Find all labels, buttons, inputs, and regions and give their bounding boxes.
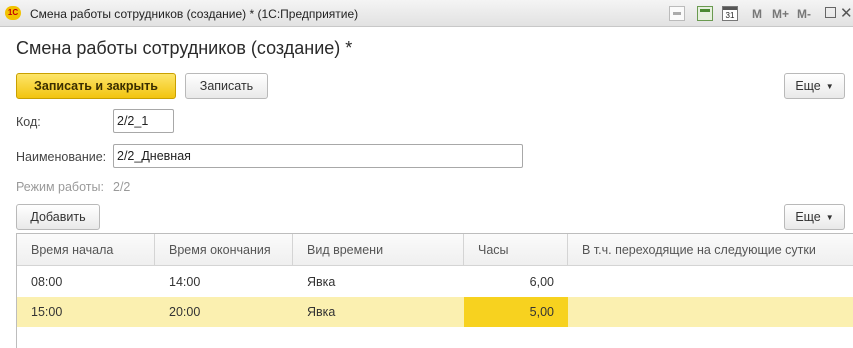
cell-end-time[interactable]: 20:00 xyxy=(155,297,293,327)
dropdown-caret-icon: ▼ xyxy=(825,81,834,91)
table-row-selected[interactable]: 15:00 20:00 Явка 5,00 xyxy=(17,297,853,327)
cell-start-time[interactable]: 08:00 xyxy=(17,267,155,297)
column-hours[interactable]: Часы xyxy=(464,234,568,265)
dropdown-caret-icon: ▼ xyxy=(825,212,834,222)
memory-button[interactable]: M xyxy=(752,7,762,21)
cell-time-type[interactable]: Явка xyxy=(293,267,464,297)
cell-end-time[interactable]: 14:00 xyxy=(155,267,293,297)
code-label: Код: xyxy=(16,115,41,129)
memory-minus-button[interactable]: M- xyxy=(797,7,811,21)
name-field[interactable]: 2/2_Дневная xyxy=(113,144,523,168)
cell-next-day-hours[interactable] xyxy=(568,267,853,297)
cell-hours[interactable]: 6,00 xyxy=(464,267,568,297)
table-more-button-label: Еще xyxy=(795,210,821,224)
print-icon[interactable] xyxy=(669,6,685,21)
cell-time-type[interactable]: Явка xyxy=(293,297,464,327)
column-end-time[interactable]: Время окончания xyxy=(155,234,293,265)
app-logo-icon: 1С xyxy=(5,6,21,20)
window-title: Смена работы сотрудников (создание) * (1… xyxy=(30,7,359,21)
work-mode-value: 2/2 xyxy=(113,180,131,194)
save-button[interactable]: Записать xyxy=(185,73,268,99)
table-more-button[interactable]: Еще ▼ xyxy=(784,204,845,230)
work-mode-label: Режим работы: xyxy=(16,180,104,194)
save-and-close-button[interactable]: Записать и закрыть xyxy=(16,73,176,99)
page-title: Смена работы сотрудников (создание) * xyxy=(16,38,353,58)
window-titlebar: 1С Смена работы сотрудников (создание) *… xyxy=(0,0,853,27)
column-next-day-hours[interactable]: В т.ч. переходящие на следующие сутки xyxy=(568,234,853,265)
cell-hours-active[interactable]: 5,00 xyxy=(464,297,568,327)
cell-start-time[interactable]: 15:00 xyxy=(17,297,155,327)
table-row[interactable]: 08:00 14:00 Явка 6,00 xyxy=(17,267,853,297)
restore-icon[interactable] xyxy=(825,7,836,18)
close-icon[interactable]: ✕ xyxy=(840,4,853,22)
cell-next-day-hours[interactable] xyxy=(568,297,853,327)
more-button-label: Еще xyxy=(795,79,821,93)
calculator-icon[interactable] xyxy=(697,6,713,21)
add-row-button[interactable]: Добавить xyxy=(16,204,100,230)
shifts-table: Время начала Время окончания Вид времени… xyxy=(16,233,853,348)
table-header: Время начала Время окончания Вид времени… xyxy=(17,234,853,266)
column-time-type[interactable]: Вид времени xyxy=(293,234,464,265)
calendar-icon[interactable]: 31 xyxy=(722,6,738,21)
column-start-time[interactable]: Время начала xyxy=(17,234,155,265)
memory-plus-button[interactable]: M+ xyxy=(772,7,789,21)
name-label: Наименование: xyxy=(16,150,107,164)
code-field[interactable]: 2/2_1 xyxy=(113,109,174,133)
more-button[interactable]: Еще ▼ xyxy=(784,73,845,99)
